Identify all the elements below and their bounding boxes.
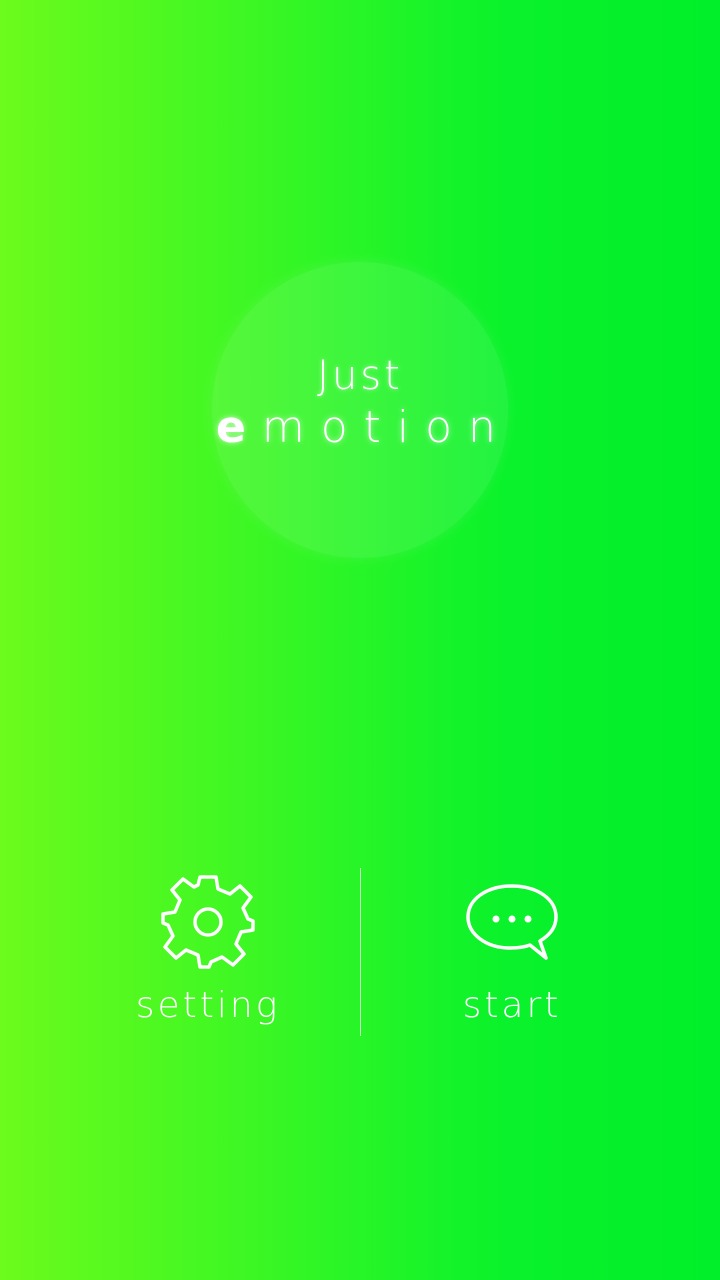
logo-title-just: Just xyxy=(317,353,403,399)
setting-button[interactable]: setting xyxy=(88,872,328,1042)
gear-icon xyxy=(161,875,255,969)
divider xyxy=(360,868,361,1036)
logo-title-emotion: emotion xyxy=(0,402,720,454)
logo-title-emotion-initial: e xyxy=(216,402,262,453)
chat-bubble-icon xyxy=(466,884,558,960)
start-button[interactable]: start xyxy=(392,872,632,1042)
start-label: start xyxy=(462,985,562,1026)
logo-title-emotion-rest: motion xyxy=(261,402,512,453)
setting-label: setting xyxy=(135,985,281,1026)
